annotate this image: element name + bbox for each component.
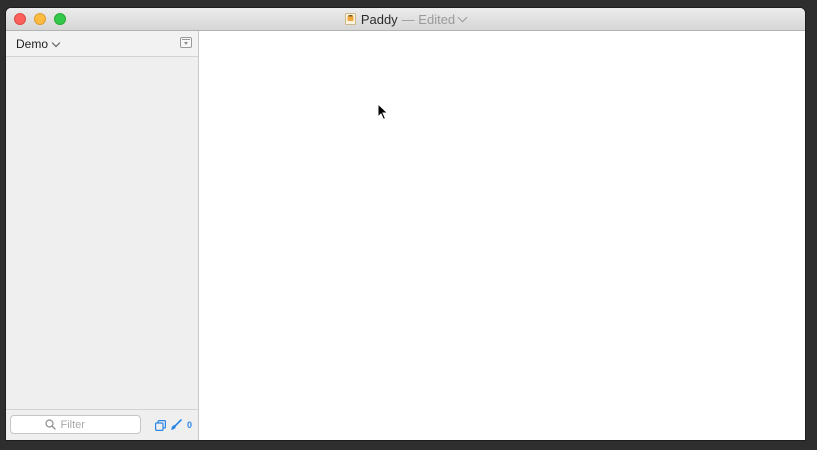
window-title: Paddy: [360, 11, 398, 27]
window-edited-status: — Edited: [401, 11, 456, 27]
filter-input[interactable]: [60, 418, 107, 431]
filter-field[interactable]: [10, 415, 141, 434]
brush-count-badge: 0: [186, 420, 192, 430]
app-window: Paddy — Edited Demo Filter 0: [6, 8, 805, 440]
editor-area[interactable]: [199, 31, 805, 440]
sidebar: Demo Filter 0: [6, 31, 199, 440]
search-icon: [44, 419, 56, 430]
sidebar-menu-icon[interactable]: [180, 37, 192, 48]
project-name: Demo: [16, 37, 49, 51]
title-chevron-down-icon[interactable]: [457, 12, 468, 23]
sidebar-footer: 0: [6, 409, 198, 440]
duplicate-icon[interactable]: [154, 419, 166, 431]
chevron-down-icon: [51, 38, 61, 47]
document-icon: [344, 13, 356, 25]
brush-icon[interactable]: [170, 419, 182, 431]
sidebar-header: Demo: [6, 31, 198, 57]
title-bar[interactable]: Paddy — Edited: [6, 8, 805, 31]
window-title-area[interactable]: Paddy — Edited: [6, 8, 805, 30]
mouse-cursor-icon: [377, 103, 389, 121]
footer-tools: 0: [154, 419, 192, 431]
project-selector[interactable]: Demo: [16, 37, 61, 51]
